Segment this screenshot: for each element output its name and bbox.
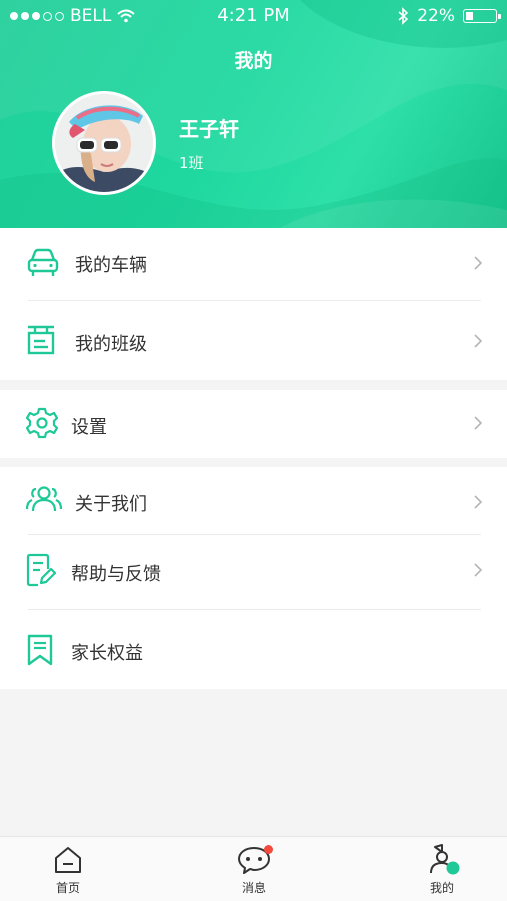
chevron-right-icon <box>474 256 483 270</box>
chevron-right-icon <box>474 416 483 430</box>
chevron-right-icon <box>474 495 483 509</box>
menu-item-label: 家长权益 <box>71 643 143 664</box>
menu-group-vehicle-class: 我的车辆 我的班级 <box>0 228 507 380</box>
menu-group-info: 关于我们 帮助与反馈 家长权益 <box>0 467 507 689</box>
class-board-icon <box>27 325 55 355</box>
menu-item-label: 设置 <box>71 417 107 438</box>
battery-icon <box>463 9 501 23</box>
avatar[interactable] <box>52 91 156 195</box>
gear-icon <box>26 407 58 439</box>
car-icon <box>27 248 59 276</box>
feedback-edit-icon <box>26 553 56 587</box>
notification-badge <box>264 845 273 854</box>
chevron-right-icon <box>474 563 483 577</box>
menu-group-settings: 设置 <box>0 390 507 458</box>
tab-mine[interactable]: 我的 <box>382 837 502 901</box>
menu-item-my-class[interactable]: 我的班级 <box>0 301 507 380</box>
battery-percent: 22% <box>417 6 455 26</box>
menu-item-label: 我的车辆 <box>75 255 147 276</box>
page-title: 我的 <box>234 50 273 72</box>
people-icon <box>26 486 62 512</box>
tab-label: 首页 <box>55 881 80 895</box>
menu-item-help-feedback[interactable]: 帮助与反馈 <box>0 535 507 609</box>
tab-label: 消息 <box>241 881 266 895</box>
user-class: 1班 <box>179 154 204 172</box>
tab-messages[interactable]: 消息 <box>194 837 314 901</box>
bluetooth-icon <box>398 7 409 25</box>
avatar-photo <box>55 94 153 192</box>
user-name: 王子轩 <box>179 117 239 141</box>
menu-item-parent-rights[interactable]: 家长权益 <box>0 610 507 689</box>
menu-item-my-vehicle[interactable]: 我的车辆 <box>0 228 507 300</box>
menu-item-label: 我的班级 <box>75 334 147 355</box>
tab-label: 我的 <box>429 881 454 895</box>
menu-item-label: 帮助与反馈 <box>71 564 161 585</box>
chevron-right-icon <box>474 334 483 348</box>
menu-item-settings[interactable]: 设置 <box>0 390 507 458</box>
status-bar: BELL 4:21 PM 22% <box>0 0 507 32</box>
tab-bar: 首页 消息 我的 <box>0 836 507 901</box>
home-icon <box>55 847 81 873</box>
tab-home[interactable]: 首页 <box>8 837 128 901</box>
profile-header: BELL 4:21 PM 22% 我的 王子轩 1班 <box>0 0 507 228</box>
profile-icon <box>430 844 460 875</box>
menu-item-about-us[interactable]: 关于我们 <box>0 467 507 534</box>
bookmark-icon <box>27 634 53 666</box>
menu-item-label: 关于我们 <box>75 494 147 515</box>
